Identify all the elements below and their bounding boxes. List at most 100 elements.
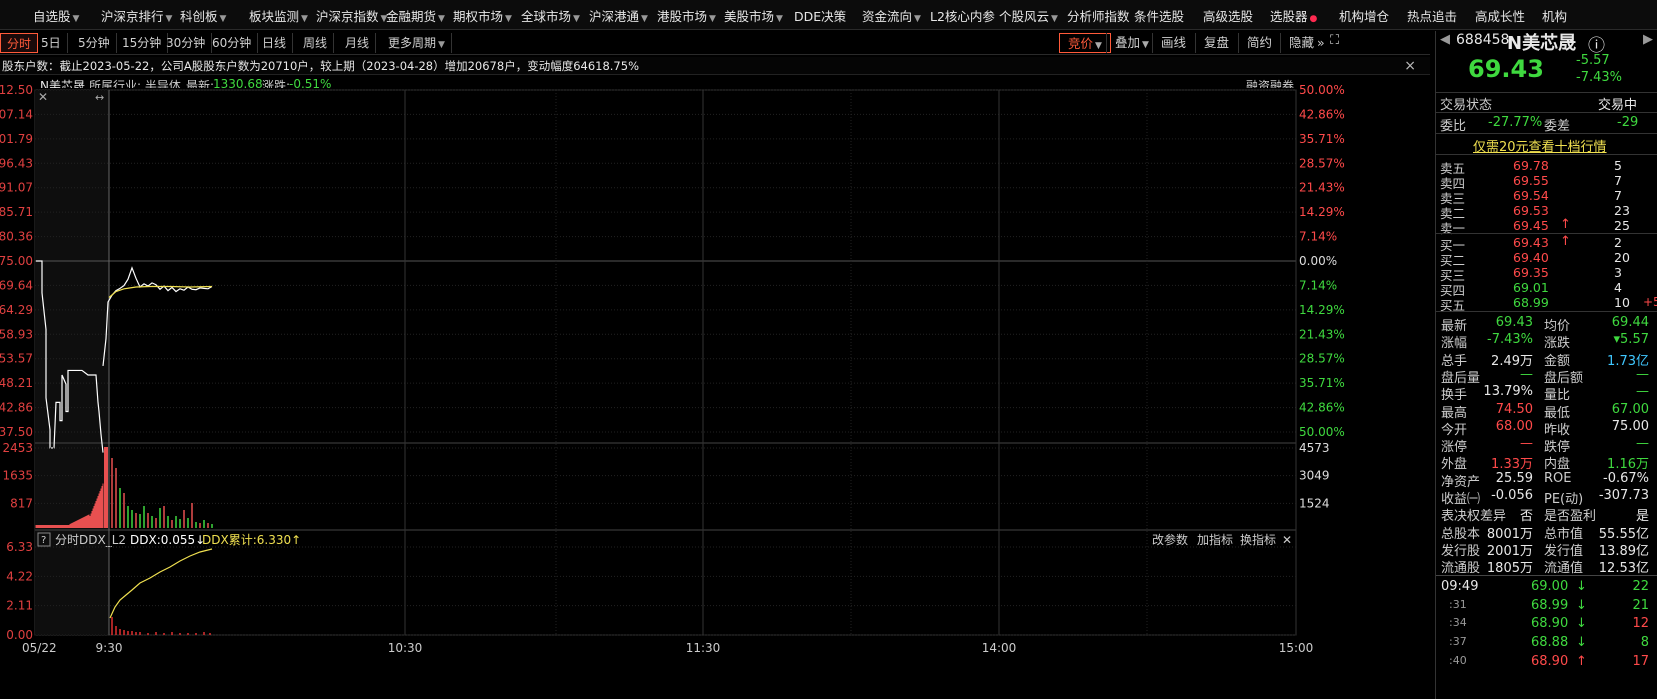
tick-price: 68.99 [1531,597,1569,613]
quote-panel: ◀ 688458 N美芯晟 ⓘ ▶ 69.43 -5.57 -7.43% 交易状态 交易中 委比 -2… [1435,31,1657,699]
divider [1436,233,1657,234]
pct-tick: 0.00% [1299,254,1337,268]
weibi-value: -27.77% [1488,115,1543,130]
resize-icon[interactable]: ↔ [95,91,104,104]
chart-background [0,88,1432,699]
stat-label: 总手 [1441,353,1468,369]
stat-label: 换手 [1441,388,1468,404]
tick-price: 68.88 [1531,635,1569,651]
ask-price: 69.55 [1513,173,1549,188]
bid-price: 69.43 [1513,235,1549,250]
tick-time: :34 [1449,616,1467,630]
collapse-right-icon[interactable]: ▶ [1643,32,1653,47]
bid-volume: 20 [1614,250,1630,265]
stat-row: 换手 13.79% 量比 — [1441,384,1653,404]
indicator-button-1[interactable]: 改参数 [1152,532,1188,547]
menu-item-23[interactable]: 机构 [1542,6,1567,24]
indicator-button-2[interactable]: 加指标 [1197,532,1233,547]
ask-price: 69.53 [1513,203,1549,218]
stat-row: 净资产 25.59 ROE -0.67% [1441,471,1653,490]
pct-tick: 14.29% [1299,205,1345,219]
collapse-left-icon[interactable]: ◀ [1440,32,1450,47]
stat-value: — [1520,366,1533,382]
pct-tick: 35.71% [1299,132,1345,146]
stat-value: 69.44 [1611,315,1649,330]
ask-volume: 7 [1614,173,1622,188]
time-label: 10:30 [388,641,423,655]
bid-volume: 10 [1614,295,1630,310]
down-arrow-icon: ↓ [1576,597,1587,613]
stat-label: 跌停 [1544,440,1571,456]
tick-row: 09:49 69.00 ↓ 22 [1441,579,1653,596]
bid-volume: 3 [1614,265,1622,280]
stat-label: 发行股 [1441,543,1481,559]
stat-value: -0.056 [1491,488,1533,503]
app-window: { "menu":{"items":["自选股","沪深京排行","科创板","… [0,0,1657,699]
stat-value: 1.16万 [1607,457,1649,473]
stat-label: 量比 [1544,388,1571,404]
price-tick: 42.86 [0,401,33,415]
stat-value: 12.53亿 [1598,561,1649,577]
stat-label: 收益㈠ [1441,492,1481,507]
tick-volume: 17 [1632,653,1649,669]
close-icon[interactable]: ✕ [1282,533,1292,547]
stat-value: -7.43% [1487,332,1533,348]
bid-volume: 4 [1614,280,1622,295]
price-tick: 80.36 [0,230,33,244]
price-tick: 53.57 [0,352,33,366]
tick-time: 09:49 [1441,579,1479,594]
stat-label: 发行值 [1544,543,1584,559]
trading-status: 交易中 [1598,98,1638,113]
pct-tick: 7.14% [1299,278,1337,292]
stat-row: 总股本 8001万 总市值 55.55亿 [1441,523,1653,542]
menu-item-22[interactable]: 高成长性 [1475,6,1525,24]
price-change-pct: -7.43% [1576,70,1622,85]
stat-row: 涨停 — 跌停 — [1441,436,1653,456]
stat-value: — [1636,436,1649,452]
ddx-indicator-name: 分时DDX_L2 [55,533,126,547]
down-arrow-icon: ↓ [1576,635,1587,651]
ddx-tick: 2.11 [6,599,33,613]
volume-tick: 817 [10,496,33,510]
weicha-label: 委差 [1544,119,1571,134]
stat-value: 1.33万 [1491,457,1533,473]
pct-tick: 42.86% [1299,107,1345,121]
weibi-label: 委比 [1440,119,1467,134]
stat-label: 外盘 [1441,457,1468,473]
pct-tick: 50.00% [1299,425,1345,439]
stat-value: 69.43 [1495,315,1533,330]
indicator-button-3[interactable]: 换指标 [1240,532,1276,547]
menu-item-label: 机构 [1542,9,1568,24]
tick-price: 69.00 [1531,579,1569,594]
stat-label: 涨停 [1441,440,1468,456]
level2-promo-link[interactable]: 仅需20元查看十档行情 [1473,136,1607,155]
pct-tick: 28.57% [1299,352,1345,366]
divider [1436,92,1657,93]
intraday-chart[interactable]: 112.50 107.14 101.79 96.43 91.07 85.71 80.36 75… [0,0,1432,699]
stat-row: 收益㈠ -0.056 PE(动) -307.73 [1441,488,1653,507]
time-label: 14:00 [982,641,1017,655]
stat-value: 是 [1635,509,1649,525]
ddx-cumulative: DDX累计:6.330↑ [202,533,301,547]
pct-tick: 14.29% [1299,303,1345,317]
divider [1436,311,1657,312]
down-arrow-icon: ↓ [1576,579,1587,594]
price-tick: 96.43 [0,156,33,170]
stat-row: 流通股 1805万 流通值 12.53亿 [1441,557,1653,577]
stat-label: 金额 [1544,353,1571,369]
price-tick: 85.71 [0,205,33,219]
stat-label: 总股本 [1441,526,1481,542]
stat-value: — [1520,436,1533,452]
stat-label: 今开 [1441,422,1468,438]
price-tick: 101.79 [0,132,33,146]
price-tick: 91.07 [0,181,33,195]
close-icon[interactable]: ✕ [38,90,48,104]
volume-tick: 3049 [1299,469,1330,483]
stat-label: 是否盈利 [1544,509,1597,525]
tick-row: :37 68.88 ↓ 8 [1441,635,1653,652]
tick-price: 68.90 [1531,653,1569,669]
stat-value: 67.00 [1611,401,1649,417]
trading-status-label: 交易状态 [1440,98,1493,113]
price-tick: 112.50 [0,83,33,97]
stat-value: 2001万 [1486,543,1533,559]
